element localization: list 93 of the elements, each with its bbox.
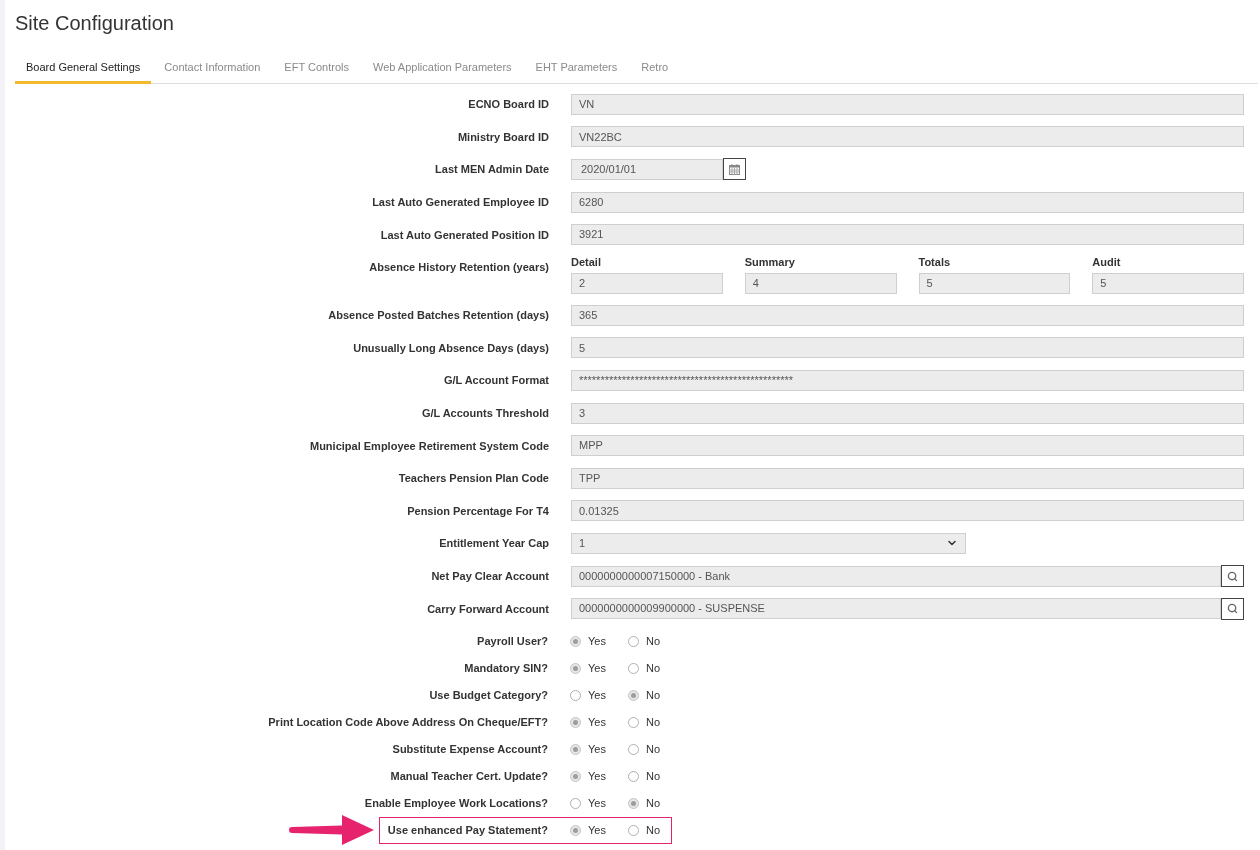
option-label: No — [646, 796, 661, 812]
text-field[interactable]: VN22BC — [571, 126, 1244, 148]
radio-button[interactable] — [628, 770, 639, 782]
text-field[interactable]: 5 — [1092, 272, 1244, 294]
option-label: No — [646, 742, 661, 758]
calendar-button[interactable] — [723, 158, 746, 181]
option-label: Yes — [588, 661, 606, 677]
option-label: Yes — [588, 769, 606, 785]
text-field[interactable]: 0000000000009900000 - SUSPENSE — [571, 598, 1221, 620]
text-field[interactable]: 4 — [744, 272, 897, 294]
field-label: Absence Posted Batches Retention (days) — [328, 308, 549, 323]
radio-button[interactable] — [570, 770, 581, 782]
option-label: No — [646, 715, 661, 731]
field-label: Use enhanced Pay Statement? — [387, 823, 548, 838]
radio-button[interactable] — [628, 689, 639, 701]
option-label: No — [646, 823, 661, 839]
search-button[interactable] — [1221, 565, 1244, 587]
option-label: No — [646, 769, 661, 785]
option-label: No — [646, 688, 661, 704]
text-field[interactable]: 3 — [571, 402, 1244, 424]
radio-button[interactable] — [628, 635, 639, 647]
select-field[interactable]: 1 — [571, 532, 966, 554]
radio-button[interactable] — [570, 743, 581, 755]
option-label: Yes — [588, 742, 606, 758]
text-field[interactable]: 0000000000007150000 - Bank — [571, 565, 1221, 587]
field-label: Last Auto Generated Position ID — [380, 227, 549, 242]
radio-button[interactable] — [570, 797, 581, 809]
field-label: Enable Employee Work Locations? — [364, 796, 548, 811]
radio-button[interactable] — [628, 824, 639, 836]
tab[interactable]: EHT Parameters — [524, 53, 629, 84]
column-label: Audit — [1092, 254, 1121, 269]
radio-button[interactable] — [570, 635, 581, 647]
option-label: No — [646, 661, 661, 677]
search-icon — [1227, 570, 1238, 582]
search-icon — [1227, 603, 1238, 615]
radio-button[interactable] — [570, 689, 581, 701]
field-label: Payroll User? — [477, 634, 548, 649]
text-field[interactable]: 5 — [918, 272, 1071, 294]
page-title: Site Configuration — [15, 11, 174, 36]
tab[interactable]: Retro — [630, 53, 680, 84]
radio-button[interactable] — [570, 662, 581, 674]
field-label: Teachers Pension Plan Code — [398, 471, 549, 486]
field-label: ECNO Board ID — [468, 97, 549, 112]
column-label: Totals — [918, 254, 951, 269]
field-label: Carry Forward Account — [427, 601, 549, 616]
field-label: Use Budget Category? — [429, 688, 548, 703]
field-label: G/L Accounts Threshold — [421, 406, 549, 421]
text-field[interactable]: 2020/01/01 — [571, 159, 723, 180]
field-label: Last MEN Admin Date — [435, 162, 549, 177]
radio-button[interactable] — [570, 824, 581, 836]
field-label: G/L Account Format — [443, 373, 549, 388]
text-field[interactable]: TPP — [571, 467, 1244, 489]
text-field[interactable]: VN — [571, 93, 1244, 115]
column-label: Summary — [744, 254, 795, 269]
arrow-icon — [287, 815, 374, 846]
text-field[interactable]: MPP — [571, 435, 1244, 457]
radio-button[interactable] — [570, 716, 581, 728]
text-field[interactable]: 2 — [571, 272, 723, 294]
search-button[interactable] — [1221, 597, 1244, 620]
field-label: Pension Percentage For T4 — [407, 503, 549, 518]
field-label: Entitlement Year Cap — [439, 536, 549, 551]
tab[interactable]: Web Application Parameters — [361, 53, 523, 84]
text-field[interactable]: 365 — [571, 304, 1244, 326]
option-label: Yes — [588, 823, 606, 839]
field-label: Absence History Retention (years) — [369, 259, 549, 274]
text-field[interactable]: 3921 — [571, 224, 1244, 246]
tab[interactable]: Contact Information — [153, 53, 272, 84]
option-label: Yes — [588, 634, 606, 650]
option-label: Yes — [588, 796, 606, 812]
option-label: No — [646, 634, 661, 650]
text-field[interactable]: ************************************************** — [571, 369, 1244, 391]
field-label: Ministry Board ID — [457, 129, 549, 144]
radio-button[interactable] — [628, 743, 639, 755]
tab[interactable]: Board General Settings — [15, 53, 152, 84]
text-field[interactable]: 0.01325 — [571, 500, 1244, 522]
field-label: Substitute Expense Account? — [392, 742, 548, 757]
field-label: Municipal Employee Retirement System Code — [310, 438, 549, 453]
radio-button[interactable] — [628, 797, 639, 809]
field-label: Last Auto Generated Employee ID — [372, 195, 549, 210]
option-label: Yes — [588, 715, 606, 731]
radio-button[interactable] — [628, 662, 639, 674]
field-label: Mandatory SIN? — [464, 661, 548, 676]
field-label: Unusually Long Absence Days (days) — [353, 340, 549, 355]
field-label: Net Pay Clear Account — [431, 569, 549, 583]
column-label: Detail — [571, 254, 601, 269]
tab[interactable]: EFT Controls — [273, 53, 360, 84]
text-field[interactable]: 6280 — [571, 191, 1244, 213]
text-field[interactable]: 5 — [571, 337, 1244, 359]
option-label: Yes — [588, 688, 606, 704]
field-label: Manual Teacher Cert. Update? — [390, 769, 548, 784]
radio-button[interactable] — [628, 716, 639, 728]
field-label: Print Location Code Above Address On Cheque/EFT? — [268, 715, 548, 730]
calendar-icon — [729, 164, 740, 175]
